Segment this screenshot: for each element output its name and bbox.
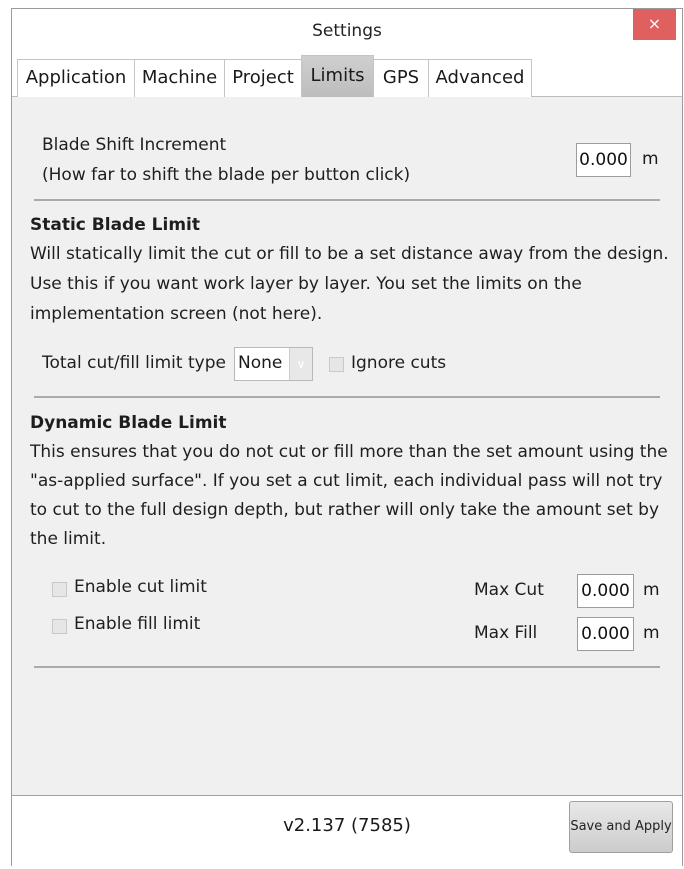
close-icon: ×	[647, 14, 662, 33]
ignore-cuts-checkbox[interactable]	[329, 357, 344, 372]
chevron-down-icon: ∨	[289, 348, 312, 380]
dynamic-limit-text-1: This ensures that you do not cut or fill…	[30, 442, 668, 462]
blade-shift-title: Blade Shift Increment	[42, 135, 227, 155]
tab-application[interactable]: Application	[17, 59, 135, 97]
static-limit-text-3: implementation screen (not here).	[30, 304, 323, 324]
window-title: Settings	[312, 21, 382, 41]
max-cut-unit: m	[643, 580, 660, 600]
static-limit-text-1: Will statically limit the cut or fill to…	[30, 244, 669, 264]
tab-bar: Application Machine Project Limits GPS A…	[12, 53, 682, 97]
settings-window: Settings × Application Machine Project L…	[11, 8, 683, 867]
tab-project[interactable]: Project	[224, 59, 302, 97]
tab-gps[interactable]: GPS	[373, 59, 429, 97]
enable-fill-checkbox[interactable]	[52, 619, 67, 634]
dynamic-limit-text-4: the limit.	[30, 529, 107, 549]
tab-advanced[interactable]: Advanced	[428, 59, 532, 97]
section-divider	[34, 666, 660, 668]
blade-shift-description: (How far to shift the blade per button c…	[42, 165, 411, 185]
close-button[interactable]: ×	[633, 9, 676, 40]
dynamic-limit-text-3: to cut to the full design depth, but rat…	[30, 500, 660, 520]
static-limit-text-2: Use this if you want work layer by layer…	[30, 274, 582, 294]
enable-fill-label: Enable fill limit	[74, 614, 201, 634]
tab-limits[interactable]: Limits	[301, 55, 374, 97]
dynamic-limit-heading: Dynamic Blade Limit	[30, 413, 227, 433]
limit-type-value: None	[238, 353, 283, 373]
tab-machine[interactable]: Machine	[134, 59, 225, 97]
dynamic-limit-text-2: "as-applied surface". If you set a cut l…	[30, 471, 663, 491]
limits-panel: Blade Shift Increment (How far to shift …	[12, 97, 682, 795]
section-divider	[34, 199, 660, 201]
enable-cut-checkbox[interactable]	[52, 582, 67, 597]
section-divider	[34, 396, 660, 398]
save-and-apply-button[interactable]: Save and Apply	[569, 801, 673, 853]
max-fill-label: Max Fill	[474, 623, 538, 643]
limit-type-label: Total cut/fill limit type	[42, 353, 226, 373]
ignore-cuts-label: Ignore cuts	[351, 353, 447, 373]
static-limit-heading: Static Blade Limit	[30, 215, 200, 235]
footer-bar: v2.137 (7585) Save and Apply	[12, 795, 682, 867]
title-bar: Settings ×	[12, 9, 682, 53]
max-cut-input[interactable]: 0.000	[577, 574, 634, 608]
max-fill-unit: m	[643, 623, 660, 643]
limit-type-select[interactable]: None ∨	[234, 347, 313, 381]
blade-shift-unit: m	[642, 149, 659, 169]
max-fill-input[interactable]: 0.000	[577, 617, 634, 651]
max-cut-label: Max Cut	[474, 580, 544, 600]
blade-shift-input[interactable]: 0.000	[576, 143, 631, 177]
enable-cut-label: Enable cut limit	[74, 577, 207, 597]
